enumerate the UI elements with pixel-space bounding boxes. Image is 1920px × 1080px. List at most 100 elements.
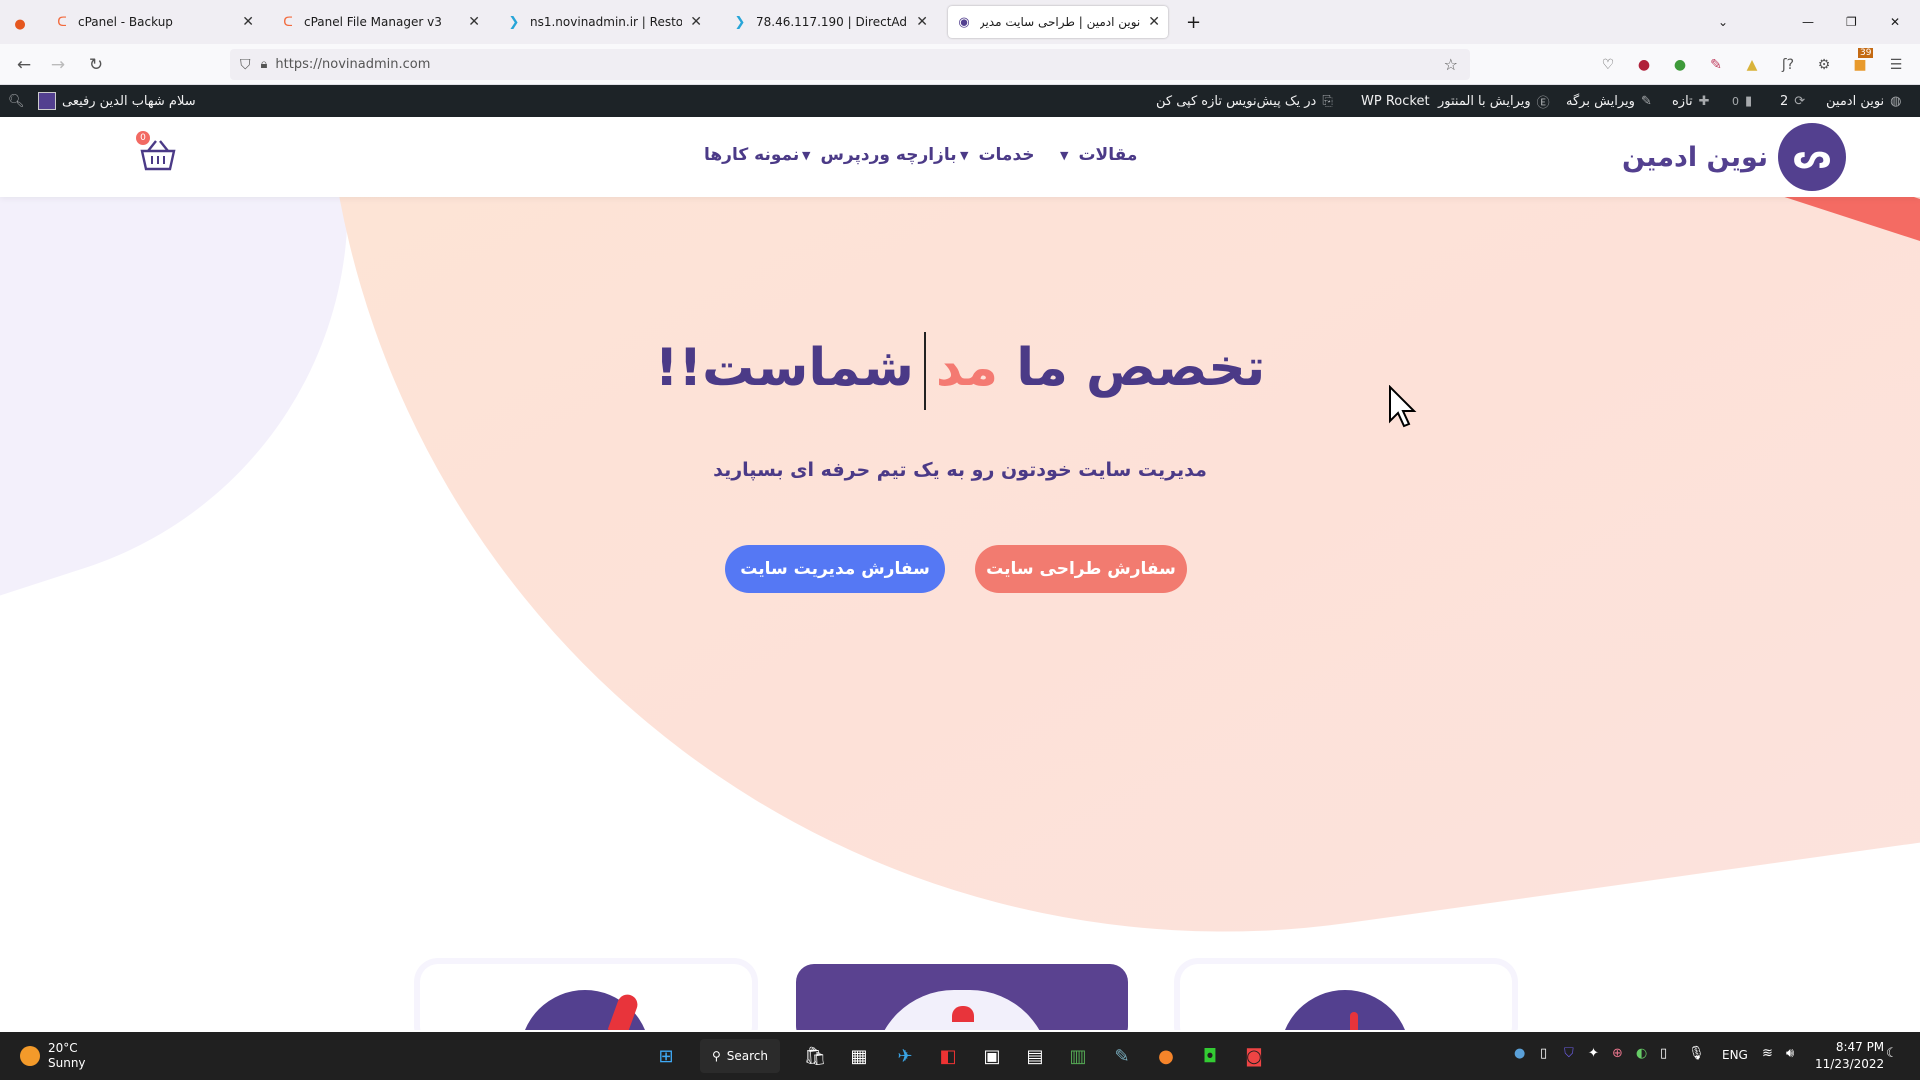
- directadmin-icon: ❯: [508, 14, 520, 30]
- plus-icon: ✚: [1698, 93, 1710, 109]
- site-logo[interactable]: ᔕ نوین ادمین: [1622, 123, 1847, 191]
- order-management-button[interactable]: سفارش مدیریت سایت: [725, 545, 945, 593]
- usb-icon[interactable]: ▯: [1660, 1046, 1667, 1061]
- tab-directadmin[interactable]: ❯ 78.46.117.190 | DirectAdmin 1.6 ✕: [724, 6, 936, 38]
- restore-button[interactable]: ❐: [1838, 6, 1862, 38]
- hero-section: تخصص ما مدشماست!! مدیریت سایت خودتون رو …: [0, 197, 1920, 1030]
- notepad-icon[interactable]: ▥: [1062, 1040, 1094, 1072]
- firefox-menu-icon[interactable]: ●: [4, 8, 36, 40]
- order-design-button[interactable]: سفارش طراحی سایت: [975, 545, 1187, 593]
- dashboard-icon: ◍: [1890, 93, 1902, 109]
- cart-button[interactable]: 0: [136, 131, 180, 175]
- edit-page[interactable]: ✎ ویرایش برگه: [1566, 85, 1652, 117]
- back-icon[interactable]: ←: [12, 53, 36, 77]
- hamburger-menu-icon[interactable]: ☰: [1886, 55, 1906, 75]
- extension-gear-icon[interactable]: ⚙: [1814, 55, 1834, 75]
- copy-icon: ⎘: [1322, 93, 1333, 109]
- microphone-icon[interactable]: 🎙︎: [1688, 1046, 1705, 1061]
- sun-icon: [20, 1046, 40, 1066]
- wp-admin-bar: 🔍︎ سلام شهاب الدین رفیعی در یک پیش‌نویس …: [0, 85, 1920, 117]
- forward-icon[interactable]: →: [46, 53, 70, 77]
- cart-count-badge: 0: [136, 131, 150, 145]
- tray-app-icon[interactable]: ●: [1514, 1046, 1525, 1061]
- clock[interactable]: 8:47 PM 11/23/2022: [1815, 1039, 1884, 1073]
- menu-item-portfolio[interactable]: نمونه کارها: [704, 145, 799, 165]
- close-tab-icon[interactable]: ✕: [1148, 14, 1160, 30]
- wp-rocket-menu[interactable]: WP Rocket: [1361, 85, 1430, 117]
- store-icon[interactable]: 🛍︎: [799, 1040, 831, 1072]
- service-illustration: [1280, 990, 1410, 1030]
- tray-shield-icon[interactable]: ⛉: [1564, 1046, 1574, 1061]
- language-indicator[interactable]: ENG: [1722, 1048, 1748, 1062]
- wifi-icon[interactable]: ≋: [1762, 1046, 1773, 1061]
- extension-avatar-icon[interactable]: ●: [1634, 55, 1654, 75]
- snipping-tool-icon[interactable]: ▦: [843, 1040, 875, 1072]
- minimize-button[interactable]: —: [1794, 6, 1818, 38]
- tab-cpanel-file-manager[interactable]: ᑕ cPanel File Manager v3 ✕: [272, 6, 488, 38]
- menu-item-services[interactable]: خدمات ▼: [960, 145, 1035, 165]
- notification-icon[interactable]: ☾: [1886, 1046, 1898, 1061]
- tray-green-icon[interactable]: ◐: [1636, 1046, 1647, 1061]
- new-content[interactable]: ✚ تازه: [1672, 85, 1710, 117]
- service-card[interactable]: [1180, 964, 1512, 1030]
- tray-p-icon[interactable]: ▯: [1540, 1046, 1547, 1061]
- lock-icon[interactable]: 🔒︎: [261, 57, 268, 72]
- extension-wizard-icon[interactable]: ▲: [1742, 55, 1762, 75]
- chevron-down-icon: ▼: [1060, 148, 1069, 162]
- service-card-featured[interactable]: [796, 964, 1128, 1030]
- site-name-menu[interactable]: ◍ نوین ادمین: [1826, 85, 1902, 117]
- close-tab-icon[interactable]: ✕: [916, 14, 928, 30]
- menu-item-articles[interactable]: مقالات ▼: [1060, 145, 1137, 165]
- dropbox-icon[interactable]: ✦: [1588, 1046, 1599, 1061]
- service-card[interactable]: [420, 964, 752, 1030]
- novinadmin-icon: ◉: [958, 14, 970, 30]
- directadmin-icon: ❯: [734, 14, 746, 30]
- pocket-icon[interactable]: ♡: [1598, 55, 1618, 75]
- close-window-button[interactable]: ✕: [1882, 6, 1906, 38]
- pencil-icon: ✎: [1640, 93, 1652, 109]
- hero-title: تخصص ما مدشماست!!: [0, 332, 1920, 410]
- cpanel-icon: ᑕ: [283, 14, 293, 30]
- admin-search-icon[interactable]: 🔍︎: [8, 85, 25, 117]
- camtasia-icon[interactable]: ◘: [1194, 1040, 1226, 1072]
- new-tab-button[interactable]: +: [1178, 6, 1202, 38]
- comments[interactable]: 0 ▮: [1732, 85, 1752, 117]
- extension-badge-icon[interactable]: ■ 39: [1850, 48, 1874, 75]
- copy-to-draft[interactable]: در یک پیش‌نویس تازه کپی کن ⎘: [1156, 85, 1333, 117]
- weather-widget[interactable]: 20°C Sunny: [20, 1041, 86, 1071]
- updates[interactable]: 2 ⟳: [1780, 85, 1805, 117]
- calculator-icon[interactable]: ▤: [1019, 1040, 1051, 1072]
- bookmark-star-icon[interactable]: ☆: [1444, 55, 1458, 74]
- my-account[interactable]: سلام شهاب الدین رفیعی: [38, 85, 196, 117]
- elementor-icon: Ⓔ: [1536, 95, 1550, 111]
- shield-icon[interactable]: ⛉: [240, 57, 251, 73]
- close-tab-icon[interactable]: ✕: [690, 14, 702, 30]
- list-all-tabs-icon[interactable]: ⌄: [1710, 6, 1734, 38]
- volume-icon[interactable]: 🔊︎: [1786, 1046, 1794, 1061]
- tab-ns1-restore[interactable]: ❯ ns1.novinadmin.ir | Restore Ba ✕: [498, 6, 710, 38]
- decorative-blob: [330, 197, 1920, 1030]
- tray-globe-icon[interactable]: ⊕: [1612, 1046, 1623, 1061]
- telegram-icon[interactable]: ✈: [889, 1040, 921, 1072]
- firefox-taskbar-icon[interactable]: ●: [1150, 1040, 1182, 1072]
- close-tab-icon[interactable]: ✕: [468, 14, 480, 30]
- browser-tab-bar: ● ᑕ cPanel - Backup ✕ ᑕ cPanel File Mana…: [0, 0, 1920, 44]
- search-icon: ⚲: [711, 1049, 721, 1063]
- close-tab-icon[interactable]: ✕: [242, 14, 254, 30]
- edit-with-elementor[interactable]: Ⓔ ویرایش با المنتور: [1438, 85, 1550, 117]
- menu-item-wp-market[interactable]: بازارچه وردپرس ▼: [802, 145, 957, 165]
- tab-cpanel-backup[interactable]: ᑕ cPanel - Backup ✕: [46, 6, 262, 38]
- recorder-icon[interactable]: ◙: [1238, 1040, 1270, 1072]
- taskbar-search[interactable]: ⚲ Search: [700, 1039, 780, 1073]
- start-button[interactable]: ⊞: [650, 1040, 682, 1072]
- pen-tool-icon[interactable]: ✎: [1106, 1040, 1138, 1072]
- font-finder-icon[interactable]: ʃ?: [1778, 55, 1798, 75]
- remote-desktop-icon[interactable]: ▣: [976, 1040, 1008, 1072]
- url-bar[interactable]: ⛉ 🔒︎ https://novinadmin.com ☆: [230, 49, 1470, 80]
- extension-globe-icon[interactable]: ●: [1670, 55, 1690, 75]
- office-icon[interactable]: ◧: [932, 1040, 964, 1072]
- tab-novinadmin[interactable]: ◉ نوین ادمین | طراحی سایت مدیر ✕: [948, 6, 1168, 38]
- reload-icon[interactable]: ↻: [84, 53, 108, 77]
- eyedropper-icon[interactable]: ✎: [1706, 55, 1726, 75]
- browser-nav-bar: ← → ↻ ⛉ 🔒︎ https://novinadmin.com ☆ ♡ ● …: [0, 44, 1920, 85]
